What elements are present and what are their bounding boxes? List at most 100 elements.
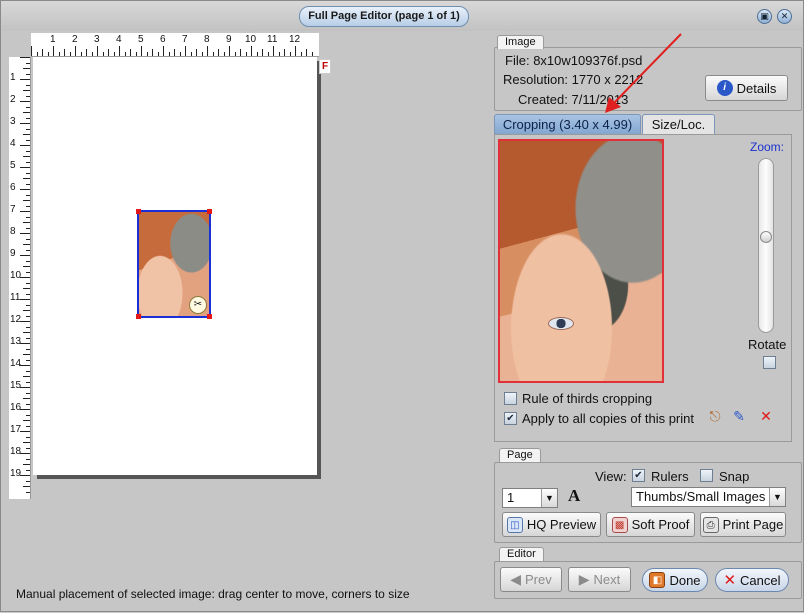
ruler-tick — [26, 381, 30, 383]
ruler-tick — [20, 409, 30, 410]
left-ruler-label: 12 — [10, 314, 22, 325]
rotate-label: Rotate — [748, 337, 787, 352]
resize-handle-bottom-left[interactable] — [136, 314, 141, 319]
file-info: File: 8x10w109376f.psd — [505, 53, 642, 68]
ruler-tick — [23, 134, 30, 135]
ruler-tick — [108, 49, 109, 56]
ruler-tick — [26, 205, 30, 207]
rulers-checkbox[interactable]: ✔ — [632, 469, 645, 482]
chevron-down-icon[interactable]: ▼ — [541, 489, 557, 507]
ruler-tick — [295, 46, 296, 56]
apply-all-copies-label: Apply to all copies of this print — [522, 411, 694, 426]
ruler-tick — [86, 49, 87, 56]
ruler-tick — [185, 46, 186, 56]
ruler-tick — [64, 49, 65, 56]
delete-crop-icon[interactable]: ✕ — [757, 407, 775, 425]
ruler-tick — [23, 112, 30, 113]
print-page-button[interactable]: ⎙ Print Page — [700, 512, 786, 537]
prev-button[interactable]: ◀ Prev — [500, 567, 562, 592]
top-ruler-label: 11 — [267, 34, 278, 45]
eyedropper-icon[interactable]: ✎ — [730, 407, 748, 425]
ruler-tick — [69, 52, 71, 56]
rule-of-thirds-label: Rule of thirds cropping — [522, 391, 653, 406]
next-button[interactable]: ▶ Next — [568, 567, 631, 592]
zoom-slider[interactable] — [758, 158, 774, 333]
top-ruler-label: 12 — [289, 34, 301, 45]
ruler-tick — [26, 414, 30, 416]
hq-preview-button[interactable]: ◫ HQ Preview — [502, 512, 601, 537]
page-number-select[interactable]: 1 ▼ — [502, 488, 558, 508]
ruler-tick — [300, 52, 302, 56]
page-number-value: 1 — [507, 490, 515, 505]
ruler-tick — [26, 227, 30, 229]
ruler-tick — [212, 52, 214, 56]
top-ruler-label: 9 — [226, 34, 232, 45]
ruler-tick — [26, 117, 30, 119]
ruler-tick — [23, 464, 30, 465]
soft-proof-icon: ▩ — [611, 516, 628, 533]
ruler-tick — [20, 57, 30, 58]
ruler-tick — [223, 52, 225, 56]
title-bar[interactable]: Full Page Editor (page 1 of 1) ▣ ✕ — [1, 1, 803, 31]
details-button[interactable]: i Details — [705, 75, 788, 101]
page-canvas[interactable]: 1 2 3 4 5 6 7 8 9 10 11 12 1 2 3 4 5 6 7 8 9 10 11 12 13 14 15 16 1… — [9, 31, 329, 499]
close-icon[interactable]: ✕ — [777, 9, 792, 24]
minimize-icon[interactable]: ▣ — [757, 9, 772, 24]
left-ruler-label: 8 — [10, 226, 16, 237]
rotate-checkbox[interactable] — [763, 356, 776, 369]
resolution-info: Resolution: 1770 x 2212 — [503, 72, 643, 87]
snap-checkbox[interactable] — [700, 469, 713, 482]
ruler-tick — [26, 260, 30, 262]
paint-roller-icon[interactable]: ⎋ — [706, 407, 724, 425]
text-tool-icon[interactable]: A — [568, 486, 580, 506]
top-ruler-label: 3 — [94, 34, 100, 45]
done-button[interactable]: ◧ Done — [642, 568, 708, 592]
ruler-tick — [23, 486, 30, 487]
ruler-tick — [26, 315, 30, 317]
ruler-tick — [26, 161, 30, 163]
top-ruler: 1 2 3 4 5 6 7 8 9 10 11 12 — [31, 33, 319, 57]
created-label: Created: — [518, 92, 568, 107]
editor-group-tab: Editor — [499, 547, 544, 561]
resize-handle-top-left[interactable] — [136, 209, 141, 214]
ruler-tick — [240, 49, 241, 56]
file-label: File: — [505, 53, 530, 68]
ruler-tick — [26, 216, 30, 218]
print-page[interactable]: ✂ — [33, 57, 317, 475]
ruler-tick — [23, 178, 30, 179]
ruler-tick — [256, 52, 258, 56]
ruler-tick — [130, 49, 131, 56]
ruler-tick — [75, 46, 76, 56]
ruler-tick — [91, 52, 93, 56]
view-mode-select[interactable]: Thumbs/Small Images ▼ — [631, 487, 786, 507]
tab-cropping[interactable]: Cropping (3.40 x 4.99) — [494, 114, 641, 136]
ruler-tick — [26, 84, 30, 86]
left-ruler-label: 19 — [10, 468, 22, 479]
ruler-tick — [26, 436, 30, 438]
scissors-icon[interactable]: ✂ — [189, 296, 207, 314]
soft-proof-button[interactable]: ▩ Soft Proof — [606, 512, 695, 537]
resize-handle-top-right[interactable] — [207, 209, 212, 214]
ruler-tick — [262, 49, 263, 56]
ruler-tick — [20, 387, 30, 388]
info-icon: i — [716, 80, 733, 96]
ruler-tick — [23, 266, 30, 267]
cancel-button[interactable]: ✕ Cancel — [715, 568, 789, 592]
zoom-slider-thumb[interactable] — [760, 231, 772, 243]
done-label: Done — [669, 572, 701, 588]
ruler-tick — [23, 442, 30, 443]
crop-preview[interactable] — [498, 139, 664, 383]
ruler-tick — [23, 354, 30, 355]
apply-all-copies-checkbox[interactable]: ✔ — [504, 412, 517, 425]
hq-preview-label: HQ Preview — [526, 517, 597, 532]
resize-handle-bottom-right[interactable] — [207, 314, 212, 319]
ruler-tick — [23, 310, 30, 311]
rule-of-thirds-checkbox[interactable] — [504, 392, 517, 405]
ruler-tick — [23, 222, 30, 223]
chevron-down-icon[interactable]: ▼ — [769, 488, 785, 506]
ruler-tick — [174, 49, 175, 56]
done-door-icon: ◧ — [649, 572, 666, 588]
tab-size-location[interactable]: Size/Loc. — [642, 114, 715, 136]
ruler-tick — [31, 46, 32, 56]
placed-photo[interactable]: ✂ — [136, 209, 212, 319]
